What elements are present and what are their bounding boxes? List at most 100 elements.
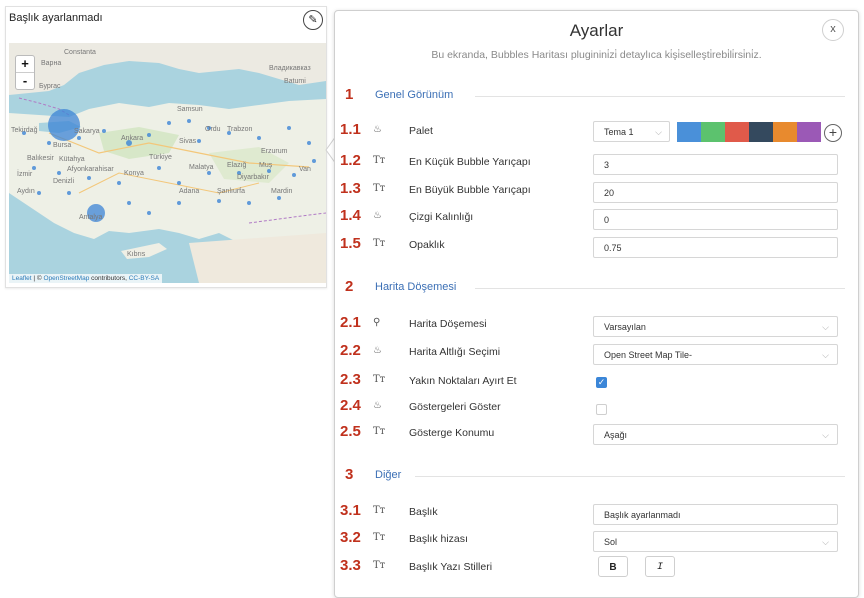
svg-text:Ankara: Ankara [121, 135, 143, 142]
row-number: 1.1 [340, 121, 361, 138]
select-value: Open Street Map Tile- [604, 350, 693, 360]
row-number: 2.3 [340, 371, 361, 388]
svg-text:Denizli: Denizli [53, 178, 74, 185]
palette-swatches [677, 122, 821, 142]
section-number: 3 [345, 466, 354, 483]
svg-text:Elazığ: Elazığ [227, 162, 247, 169]
tile-select[interactable]: Varsayılan ⌵ [593, 316, 838, 337]
row-number: 2.1 [340, 314, 361, 331]
line-width-input[interactable]: 0 [593, 209, 838, 230]
row-number: 3.1 [340, 502, 361, 519]
section-label: Genel Görünüm [375, 89, 454, 101]
opacity-input[interactable]: 0.75 [593, 237, 838, 258]
attribution-contrib: contributors, [89, 275, 129, 282]
row-number: 2.5 [340, 423, 361, 440]
section-label: Harita Döşemesi [375, 281, 457, 293]
row-label: Göstergeleri Göster [409, 401, 501, 413]
svg-text:Constanta: Constanta [64, 49, 96, 56]
row-label: Gösterge Konumu [409, 427, 495, 439]
svg-text:Sakarya: Sakarya [74, 128, 100, 135]
map-title: Başlık ayarlanmadı [9, 12, 103, 24]
svg-text:Sivas: Sivas [179, 138, 197, 145]
svg-text:Mardin: Mardin [271, 188, 293, 195]
title-input[interactable]: Başlık ayarlanmadı [593, 504, 838, 525]
row-label: Başlık hizası [409, 533, 468, 545]
chevron-down-icon: ⌵ [822, 322, 829, 332]
text-icon: Tт [373, 426, 386, 437]
swatch[interactable] [725, 122, 749, 142]
pencil-icon[interactable]: ✎ [303, 10, 323, 30]
row-number: 3.3 [340, 557, 361, 574]
text-icon: Tт [373, 532, 386, 543]
chevron-down-icon: ⌵ [655, 127, 662, 137]
chevron-down-icon: ⌵ [822, 350, 829, 360]
svg-text:Türkiye: Türkiye [149, 154, 172, 161]
panel-subtitle: Bu ekranda, Bubbles Haritası pluginini̇z… [431, 49, 762, 61]
bold-button[interactable]: B [598, 556, 628, 577]
row-label: Yakın Noktaları Ayırt Et [409, 375, 517, 387]
basemap-select[interactable]: Open Street Map Tile- ⌵ [593, 344, 838, 365]
svg-text:Balıkesir: Balıkesir [27, 155, 55, 162]
add-color-button[interactable]: + [824, 124, 842, 142]
zoom-out-button[interactable]: - [16, 72, 34, 89]
svg-text:Antalya: Antalya [79, 214, 102, 221]
palette-theme-select[interactable]: Tema 1 ⌵ [593, 121, 670, 142]
svg-text:Ordu: Ordu [205, 126, 221, 133]
select-value: Tema 1 [604, 127, 634, 137]
text-icon: Tт [373, 238, 386, 249]
row-number: 2.2 [340, 342, 361, 359]
row-number: 1.4 [340, 207, 361, 224]
row-label: En Küçük Bubble Yarıçapı [409, 156, 531, 168]
text-icon: Tт [373, 183, 386, 194]
svg-text:Diyarbakır: Diyarbakır [237, 174, 270, 181]
cluster-checkbox[interactable]: ✓ [596, 377, 607, 388]
svg-text:Konya: Konya [124, 170, 144, 177]
svg-text:Tekirdağ: Tekirdağ [11, 127, 38, 134]
svg-text:Afyonkarahisar: Afyonkarahisar [67, 166, 114, 173]
license-link[interactable]: CC-BY-SA [129, 275, 159, 282]
text-icon: Tт [373, 560, 386, 571]
italic-button[interactable]: I [645, 556, 675, 577]
close-button[interactable]: x [822, 19, 844, 41]
map-view[interactable]: Constanta Варна Бургас Tekirdağ Bursa Ba… [9, 43, 326, 283]
title-align-select[interactable]: Sol ⌵ [593, 531, 838, 552]
swatch[interactable] [797, 122, 821, 142]
svg-text:Бургас: Бургас [39, 83, 61, 90]
section-label: Diğer [375, 469, 402, 481]
legend-checkbox[interactable] [596, 404, 607, 415]
row-number: 2.4 [340, 397, 361, 414]
max-radius-input[interactable]: 20 [593, 182, 838, 203]
legend-position-select[interactable]: Aşağı ⌵ [593, 424, 838, 445]
row-number: 1.3 [340, 180, 361, 197]
row-label: Başlık [409, 506, 438, 518]
min-radius-input[interactable]: 3 [593, 154, 838, 175]
text-icon: Tт [373, 374, 386, 385]
swatch[interactable] [749, 122, 773, 142]
zoom-in-button[interactable]: + [16, 56, 34, 72]
zoom-control: + - [15, 55, 35, 90]
row-label: Opaklık [409, 239, 445, 251]
text-icon: Tт [373, 505, 386, 516]
text-icon: Tт [373, 155, 386, 166]
paint-bucket-icon: ♨ [373, 124, 382, 135]
svg-text:Aydın: Aydın [17, 188, 35, 195]
section-divider [415, 476, 845, 477]
svg-text:Bursa: Bursa [53, 142, 71, 149]
svg-text:Malatya: Malatya [189, 164, 214, 171]
swatch[interactable] [773, 122, 797, 142]
leaflet-link[interactable]: Leaflet [12, 275, 32, 282]
row-label: Başlık Yazı Stilleri [409, 561, 493, 573]
svg-text:Варна: Варна [41, 60, 61, 67]
select-value: Sol [604, 537, 618, 547]
svg-text:İzmir: İzmir [17, 169, 33, 178]
paint-roller-icon: ⚲ [373, 317, 381, 328]
chevron-down-icon: ⌵ [822, 537, 829, 547]
osm-link[interactable]: OpenStreetMap [43, 275, 89, 282]
map-tiles: Constanta Варна Бургас Tekirdağ Bursa Ba… [9, 43, 326, 283]
select-value: Varsayılan [604, 322, 646, 332]
swatch[interactable] [701, 122, 725, 142]
svg-text:Adana: Adana [179, 188, 199, 195]
swatch[interactable] [677, 122, 701, 142]
svg-text:Kütahya: Kütahya [59, 156, 85, 163]
map-attribution: Leaflet | © OpenStreetMap contributors, … [9, 274, 163, 283]
